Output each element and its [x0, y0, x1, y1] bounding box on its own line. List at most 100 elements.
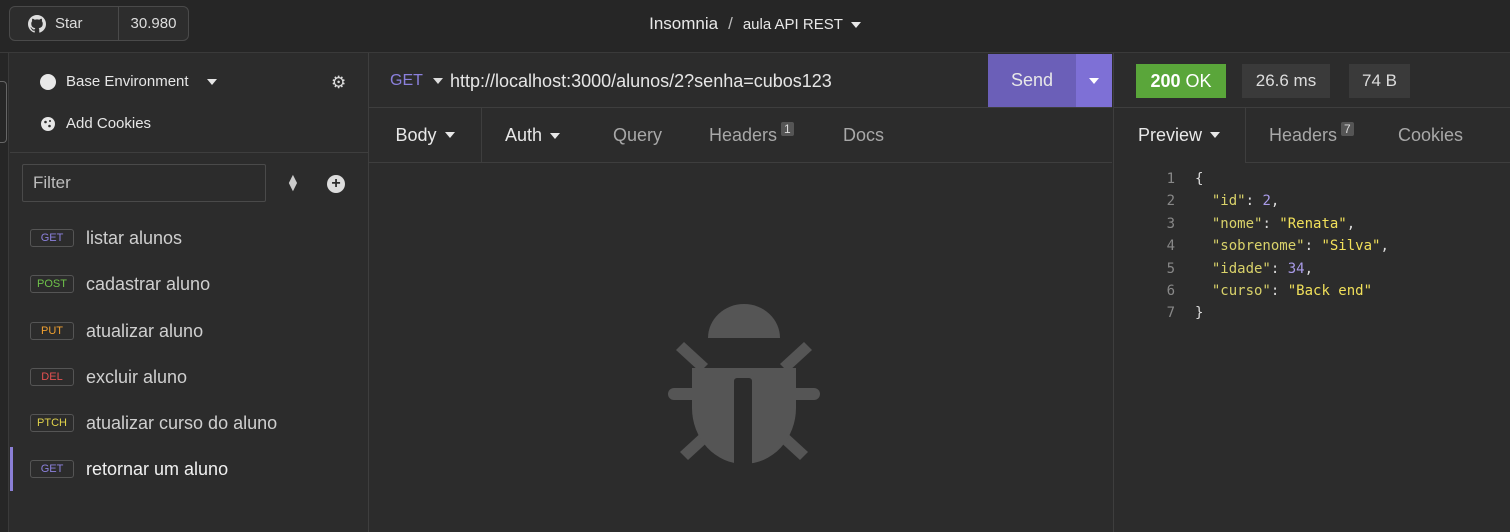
chevron-down-icon: [206, 78, 217, 85]
tab-body[interactable]: Body: [369, 108, 482, 162]
collapse-handle[interactable]: [0, 81, 7, 143]
json-preview[interactable]: 1{ 2 "id": 2, 3 "nome": "Renata", 4 "sob…: [1150, 168, 1389, 325]
bug-icon: [668, 304, 820, 470]
tab-auth[interactable]: Auth: [505, 108, 561, 163]
json-key: "id": [1211, 193, 1246, 210]
line-number: 4: [1166, 238, 1175, 255]
json-brace: }: [1195, 305, 1204, 322]
line-number: 2: [1166, 193, 1175, 210]
code-line: 5 "idade": 34,: [1150, 258, 1389, 280]
line-number: 3: [1166, 215, 1175, 232]
json-value: "Renata": [1279, 215, 1347, 232]
app-name[interactable]: Insomnia: [649, 14, 718, 33]
left-edge-panel: [0, 53, 9, 532]
sort-icon[interactable]: ▲ ▼: [286, 171, 300, 193]
method-badge: DEL: [30, 368, 74, 386]
json-value: 2: [1262, 193, 1271, 210]
tab-response-headers[interactable]: Headers 7: [1269, 108, 1354, 163]
json-brace: {: [1195, 171, 1204, 187]
request-label: listar alunos: [86, 227, 183, 248]
divider: [1245, 162, 1510, 163]
tab-auth-label: Auth: [505, 125, 543, 145]
workspace-title[interactable]: Insomnia / aula API REST: [0, 14, 1510, 34]
chevron-down-icon[interactable]: [850, 21, 861, 28]
json-comma: ,: [1270, 193, 1280, 210]
tab-cookies[interactable]: Cookies: [1398, 108, 1463, 163]
chevron-down-icon: [1210, 132, 1221, 138]
line-number: 1: [1166, 171, 1175, 187]
status-badge: 200 OK: [1136, 64, 1226, 98]
method-badge: GET: [30, 229, 74, 247]
send-button[interactable]: Send: [988, 54, 1076, 107]
request-label: excluir aluno: [86, 366, 188, 387]
request-item-retornar-aluno[interactable]: GET retornar um aluno: [10, 447, 368, 491]
request-label: retornar um aluno: [86, 458, 229, 479]
code-line: 4 "sobrenome": "Silva",: [1150, 235, 1389, 257]
request-item-cadastrar-aluno[interactable]: POST cadastrar aluno: [10, 264, 368, 304]
request-item-atualizar-curso[interactable]: PTCH atualizar curso do aluno: [10, 403, 368, 443]
project-name[interactable]: aula API REST: [743, 16, 843, 33]
json-key: "nome": [1211, 215, 1263, 232]
code-line: 7}: [1150, 302, 1389, 324]
add-cookies-button[interactable]: Add Cookies: [40, 115, 151, 132]
headers-count-badge: 1: [781, 121, 794, 136]
environment-selector[interactable]: Base Environment: [40, 73, 217, 90]
json-value: 34: [1287, 260, 1305, 277]
send-options-button[interactable]: [1076, 54, 1112, 107]
code-line: 6 "curso": "Back end": [1150, 280, 1389, 302]
method-badge: GET: [30, 460, 74, 478]
json-value: "Back end": [1287, 283, 1373, 300]
tab-query-label: Query: [613, 125, 663, 145]
gear-icon[interactable]: ⚙: [331, 73, 346, 93]
request-label: atualizar aluno: [86, 320, 204, 341]
url-input[interactable]: http://localhost:3000/alunos/2?senha=cub…: [450, 71, 832, 92]
json-value: "Silva": [1321, 238, 1381, 255]
tab-docs-label: Docs: [843, 125, 885, 145]
tab-query[interactable]: Query: [613, 108, 662, 163]
add-cookies-label: Add Cookies: [66, 115, 152, 132]
tab-headers[interactable]: Headers 1: [709, 108, 794, 163]
request-label: atualizar curso do aluno: [86, 412, 278, 433]
tab-cookies-label: Cookies: [1398, 125, 1464, 145]
json-key: "idade": [1211, 260, 1271, 277]
tab-preview-label: Preview: [1137, 124, 1203, 145]
line-number: 6: [1166, 283, 1175, 300]
response-time: 26.6 ms: [1242, 64, 1330, 98]
json-comma: ,: [1346, 215, 1356, 232]
add-request-button[interactable]: +: [327, 175, 345, 193]
json-comma: ,: [1304, 260, 1314, 277]
code-line: 2 "id": 2,: [1150, 190, 1389, 212]
breadcrumb-separator: /: [728, 14, 733, 33]
chevron-down-icon: [444, 132, 455, 138]
divider: [10, 152, 368, 153]
line-number: 5: [1166, 260, 1175, 277]
filter-input[interactable]: [22, 164, 266, 202]
request-item-atualizar-aluno[interactable]: PUT atualizar aluno: [10, 311, 368, 351]
json-key: "curso": [1211, 283, 1271, 300]
tab-headers-label: Headers: [709, 125, 778, 145]
chevron-down-icon: [432, 78, 443, 84]
method-badge: PUT: [30, 322, 74, 340]
method-badge: POST: [30, 275, 74, 293]
request-item-listar-alunos[interactable]: GET listar alunos: [10, 218, 368, 258]
response-headers-count-badge: 7: [1341, 121, 1354, 136]
tab-docs[interactable]: Docs: [843, 108, 884, 163]
method-label: GET: [390, 72, 423, 89]
code-line: 1{: [1150, 168, 1389, 190]
method-badge: PTCH: [30, 414, 74, 432]
chevron-down-icon: [1089, 77, 1099, 84]
response-size: 74 B: [1349, 64, 1410, 98]
line-number: 7: [1166, 305, 1175, 322]
environment-label: Base Environment: [66, 73, 189, 90]
method-dropdown[interactable]: GET: [390, 72, 443, 90]
cookie-icon: [41, 116, 55, 131]
environment-color-icon: [40, 73, 56, 90]
tab-preview[interactable]: Preview: [1113, 108, 1246, 162]
status-code: 200: [1150, 70, 1181, 91]
chevron-down-icon: [550, 132, 561, 139]
json-comma: ,: [1380, 238, 1389, 255]
status-text: OK: [1185, 70, 1212, 91]
tab-body-label: Body: [395, 124, 437, 145]
request-item-excluir-aluno[interactable]: DEL excluir aluno: [10, 357, 368, 397]
tab-response-headers-label: Headers: [1269, 125, 1338, 145]
